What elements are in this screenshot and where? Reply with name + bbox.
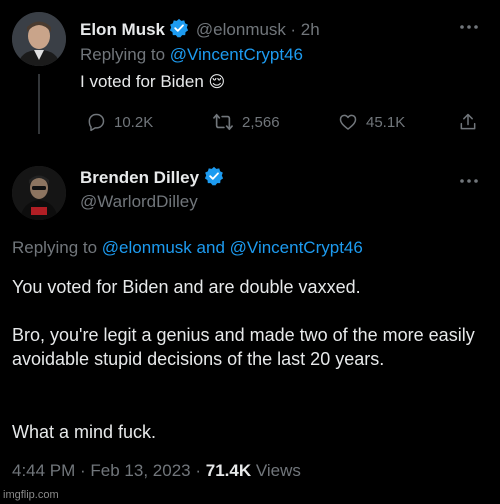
views-label: Views xyxy=(255,461,301,480)
heart-icon xyxy=(338,112,358,132)
share-icon xyxy=(458,112,478,132)
tweet1-text: I voted for Biden 😌 xyxy=(80,72,225,92)
avatar-brenden[interactable] xyxy=(12,166,66,220)
mention-link[interactable]: @VincentCrypt46 xyxy=(230,238,363,257)
replying-and: and xyxy=(196,238,225,257)
tweet-time[interactable]: · 2h xyxy=(290,20,319,39)
mention-link[interactable]: @elonmusk xyxy=(102,238,192,257)
share-button[interactable] xyxy=(458,112,478,132)
verified-badge-icon xyxy=(169,18,189,43)
tweet-paragraph: What a mind fuck. xyxy=(12,422,157,442)
reply-icon xyxy=(86,112,106,132)
like-button[interactable]: 45.1K xyxy=(338,112,405,132)
relieved-face-emoji: 😌 xyxy=(208,74,226,91)
tweet1-header: Elon Musk @elonmusk · 2h xyxy=(80,18,320,43)
retweet-count: 2,566 xyxy=(242,113,280,131)
retweet-button[interactable]: 2,566 xyxy=(212,112,280,132)
watermark: imgflip.com xyxy=(3,489,59,501)
more-dots-icon[interactable] xyxy=(458,18,480,36)
author-handle[interactable]: @elonmusk xyxy=(196,20,286,39)
like-count: 45.1K xyxy=(366,113,406,131)
tweet-meta: 4:44 PM · Feb 13, 2023 · 71.4K Views xyxy=(12,461,301,481)
tweet-timestamp[interactable]: 4:44 PM · Feb 13, 2023 · xyxy=(12,461,201,480)
mention-link[interactable]: @VincentCrypt46 xyxy=(170,45,303,64)
author-handle[interactable]: @WarlordDilley xyxy=(80,192,198,212)
verified-badge-icon xyxy=(204,166,224,191)
views-count: 71.4K xyxy=(205,461,252,480)
tweet-paragraph: You voted for Biden and are double vaxxe… xyxy=(12,277,361,297)
retweet-icon xyxy=(212,112,234,132)
tweet-body: I voted for Biden xyxy=(80,72,204,91)
replying-to: Replying to @elonmusk and @VincentCrypt4… xyxy=(12,238,363,258)
author-name[interactable]: Brenden Dilley xyxy=(80,168,199,187)
author-name[interactable]: Elon Musk xyxy=(80,20,165,39)
replying-prefix: Replying to xyxy=(12,238,98,257)
replying-to: Replying to @VincentCrypt46 xyxy=(80,45,303,65)
tweet-paragraph: Bro, you're legit a genius and made two … xyxy=(12,325,475,369)
reply-button[interactable]: 10.2K xyxy=(86,112,153,132)
more-dots-icon[interactable] xyxy=(458,172,480,190)
replying-prefix: Replying to xyxy=(80,45,166,64)
reply-count: 10.2K xyxy=(114,113,154,131)
thread-line xyxy=(38,74,40,134)
tweet2-name-row: Brenden Dilley xyxy=(80,166,224,191)
avatar-elon[interactable] xyxy=(12,12,66,66)
